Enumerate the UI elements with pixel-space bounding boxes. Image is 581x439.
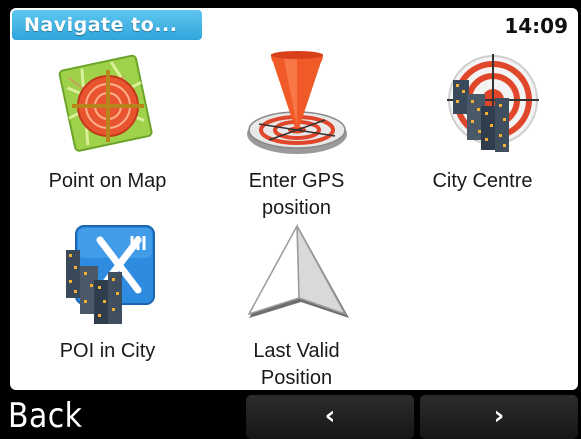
navigate-screen: Navigate to... 14:09 Point on Map Enter … [10, 8, 578, 390]
poi-city-restaurant-icon [66, 225, 155, 324]
map-target-icon [58, 54, 153, 152]
menu-item-point-on-map[interactable]: Point on Map [20, 50, 195, 225]
menu-item-label: Point on Map [48, 170, 167, 192]
menu-item-poi-in-city[interactable]: POI in City [20, 220, 195, 390]
page-title: Navigate to... [12, 10, 202, 40]
clock: 14:09 [504, 14, 568, 38]
bottom-bar: Back ‹ › [0, 393, 581, 439]
city-target-icon [447, 54, 539, 152]
next-page-button[interactable]: › [420, 395, 578, 439]
menu-item-label: City Centre [432, 170, 533, 192]
menu-item-last-valid-position[interactable]: Last Valid Position [209, 220, 384, 390]
gps-pin-target-icon [247, 51, 347, 154]
back-button[interactable]: Back [8, 393, 82, 439]
previous-page-button[interactable]: ‹ [246, 395, 414, 439]
menu-item-enter-gps-position[interactable]: Enter GPS position [209, 50, 384, 225]
menu-item-label: Enter GPS position [248, 170, 345, 219]
menu-item-label: POI in City [59, 340, 156, 362]
menu-item-city-centre[interactable]: City Centre [395, 50, 570, 225]
menu-item-label: Last Valid Position [253, 340, 340, 389]
last-position-arrow-icon [247, 223, 349, 318]
